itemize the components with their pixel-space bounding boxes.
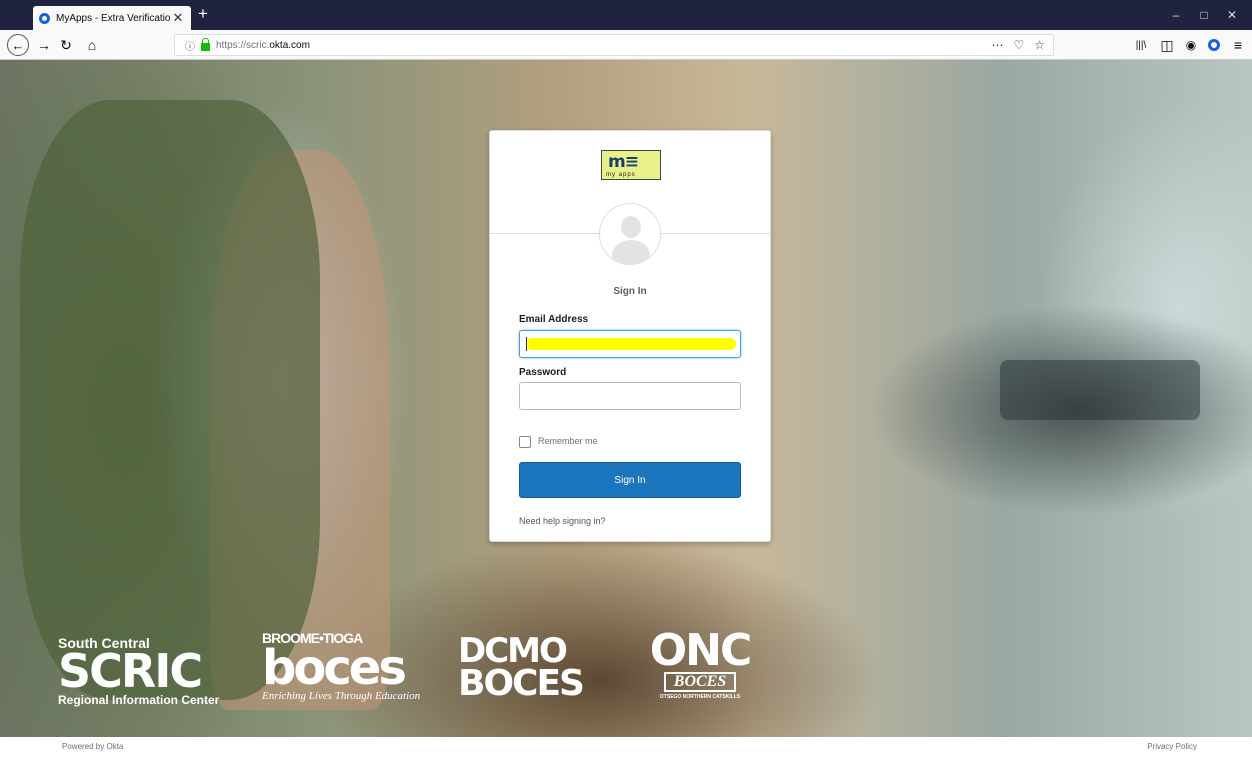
back-button[interactable]: ← xyxy=(7,34,29,56)
navigation-toolbar: ← → ↻ ⌂ ⓘ https://scric.okta.com ⋯ ♡ ☆ |… xyxy=(0,30,1252,60)
page-actions: ⋯ ♡ ☆ xyxy=(991,38,1045,52)
dcmo-logo-line2: BOCES xyxy=(458,663,585,704)
tab-close-icon[interactable]: ✕ xyxy=(171,10,185,26)
password-label: Password xyxy=(519,367,567,378)
tab-title: MyApps - Extra Verification xyxy=(56,12,171,24)
bt-logo-line2: Enriching Lives Through Education xyxy=(262,690,421,702)
reload-icon: ↻ xyxy=(60,36,72,53)
home-button[interactable]: ⌂ xyxy=(84,35,100,55)
window-minimize-button[interactable]: – xyxy=(1166,8,1186,22)
library-icon[interactable]: |||\ xyxy=(1132,35,1150,55)
onc-logo-big: ONC xyxy=(649,625,753,676)
login-card: m≡ my apps Sign In Email Address Passwor… xyxy=(489,130,771,542)
password-field[interactable] xyxy=(519,382,741,410)
background-monitor-shape xyxy=(1000,360,1200,420)
help-link[interactable]: Need help signing in? xyxy=(519,516,606,526)
url-prefix: https://scric. xyxy=(216,39,270,51)
new-tab-button[interactable]: + xyxy=(198,4,208,24)
okta-favicon-icon xyxy=(39,12,50,24)
home-icon: ⌂ xyxy=(87,37,97,53)
bt-logo-big: boces xyxy=(262,640,407,696)
onc-logo-boces: BOCES xyxy=(663,672,737,692)
pocket-icon[interactable]: ♡ xyxy=(1013,38,1024,52)
back-arrow-icon: ← xyxy=(11,37,25,53)
forward-button[interactable]: → xyxy=(36,35,52,55)
redaction-highlight xyxy=(526,338,736,350)
extension-icon[interactable]: ◉ xyxy=(1182,35,1200,55)
sign-in-button[interactable]: Sign In xyxy=(519,462,741,498)
page-actions-menu-icon[interactable]: ⋯ xyxy=(991,38,1003,52)
site-info-icon[interactable]: ⓘ xyxy=(185,38,195,53)
page-footer: Powered by Okta Privacy Policy xyxy=(0,737,1252,757)
myapps-logo: m≡ my apps xyxy=(601,150,661,180)
partner-logos: South Central SCRIC Regional Information… xyxy=(0,570,800,730)
user-avatar-icon xyxy=(599,203,661,265)
browser-tab-active[interactable]: MyApps - Extra Verification ✕ xyxy=(33,6,191,30)
text-caret xyxy=(526,337,527,351)
remember-me-checkbox[interactable] xyxy=(519,436,531,448)
sign-in-heading: Sign In xyxy=(613,286,647,297)
window-close-button[interactable]: ✕ xyxy=(1222,8,1242,22)
scric-logo-line2: Regional Information Center xyxy=(58,693,220,707)
onc-logo-line2: OTSEGO NORTHERN CATSKILLS xyxy=(659,694,741,700)
url-text: https://scric.okta.com xyxy=(216,40,310,51)
bookmark-star-icon[interactable]: ☆ xyxy=(1034,38,1045,52)
powered-by-okta-link[interactable]: Powered by Okta xyxy=(62,742,123,751)
privacy-policy-link[interactable]: Privacy Policy xyxy=(1147,742,1197,751)
email-label: Email Address xyxy=(519,314,589,325)
tab-strip: MyApps - Extra Verification ✕ + – □ ✕ xyxy=(0,0,1252,30)
scric-logo-big: SCRIC xyxy=(58,644,203,698)
window-maximize-button[interactable]: □ xyxy=(1194,8,1214,22)
email-field[interactable] xyxy=(519,330,741,358)
myapps-logo-mark: m≡ xyxy=(608,152,639,172)
address-bar[interactable]: ⓘ https://scric.okta.com ⋯ ♡ ☆ xyxy=(174,34,1054,56)
lock-icon xyxy=(201,37,210,51)
reload-button[interactable]: ↻ xyxy=(58,35,74,55)
browser-window: MyApps - Extra Verification ✕ + – □ ✕ ← … xyxy=(0,0,1252,757)
hamburger-menu-icon[interactable]: ≡ xyxy=(1230,35,1246,55)
dcmo-boces-logo: DCMO BOCES xyxy=(458,634,628,704)
remember-me-label[interactable]: Remember me xyxy=(538,436,598,446)
scric-logo: South Central SCRIC Regional Information… xyxy=(58,635,238,707)
okta-extension-icon[interactable] xyxy=(1205,35,1223,55)
onc-boces-logo: ONC BOCES OTSEGO NORTHERN CATSKILLS xyxy=(640,625,760,701)
broome-tioga-boces-logo: BROOME•TIOGA boces Enriching Lives Throu… xyxy=(262,630,442,702)
sidebar-icon[interactable]: ◫ xyxy=(1158,35,1176,55)
url-domain: okta.com xyxy=(269,39,310,51)
myapps-logo-sub: my apps xyxy=(606,172,636,178)
forward-arrow-icon: → xyxy=(37,37,51,53)
